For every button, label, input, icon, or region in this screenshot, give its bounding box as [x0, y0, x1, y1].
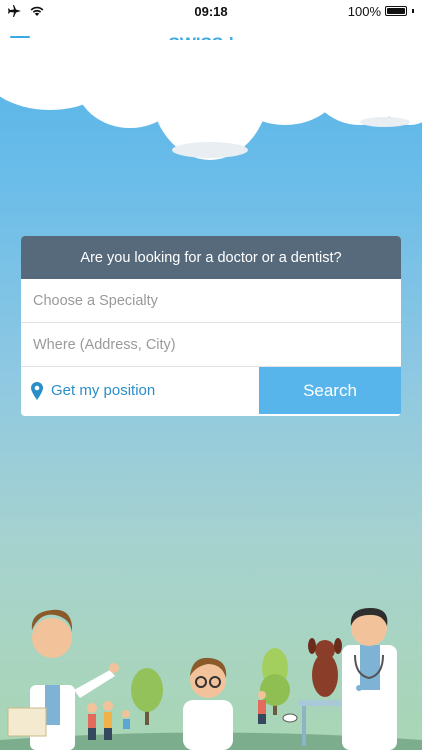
search-button[interactable]: Search: [259, 367, 401, 414]
clouds-decoration: [0, 40, 422, 160]
battery-icon: [385, 6, 407, 16]
doctors-illustration: [0, 608, 422, 750]
airplane-icon: [8, 5, 21, 17]
wifi-icon: [30, 6, 44, 16]
get-position-label: Get my position: [51, 382, 156, 399]
location-pin-icon: [31, 381, 43, 400]
status-bar: 09:18 100%: [0, 0, 422, 22]
location-field[interactable]: [21, 323, 401, 367]
get-position-button[interactable]: Get my position: [21, 367, 259, 414]
specialty-input[interactable]: [31, 291, 401, 310]
location-input[interactable]: [31, 335, 401, 354]
search-card: Are you looking for a doctor or a dentis…: [21, 236, 401, 416]
specialty-field[interactable]: [21, 279, 401, 323]
battery-percent: 100%: [347, 3, 381, 19]
search-question: Are you looking for a doctor or a dentis…: [21, 236, 401, 279]
